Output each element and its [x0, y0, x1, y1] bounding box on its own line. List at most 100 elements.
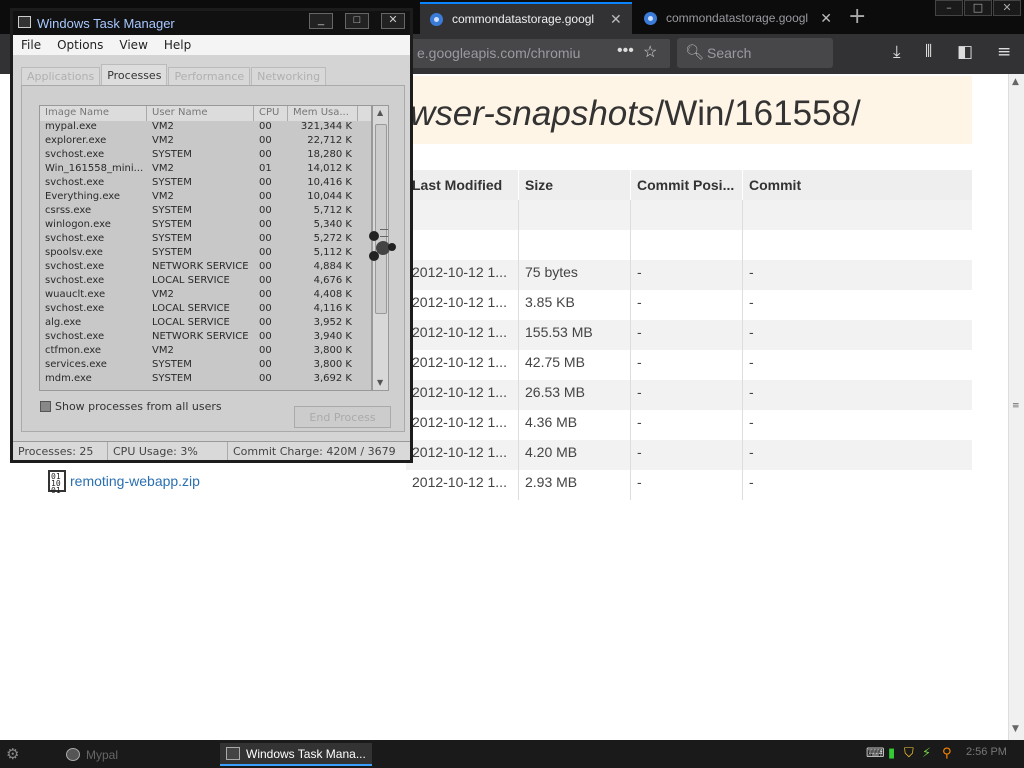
process-row[interactable]: winlogon.exe SYSTEM 00 5,340 K — [40, 219, 371, 233]
browser-tab-inactive[interactable]: commondatastorage.googl ✕ — [634, 2, 842, 34]
process-row[interactable]: Everything.exe VM2 00 10,044 K — [40, 191, 371, 205]
minimize-button[interactable]: _ — [309, 13, 333, 29]
maximize-button[interactable]: □ — [345, 13, 369, 29]
checkbox-icon[interactable] — [40, 401, 51, 412]
scroll-down-icon[interactable]: ▼ — [1012, 724, 1019, 734]
taskbar-item-task-manager[interactable]: Windows Task Mana... — [220, 743, 372, 766]
process-list[interactable]: Image Name User Name CPU Mem Usa... mypa… — [39, 105, 372, 391]
table-row[interactable]: 2012-10-12 1... 26.53 MB - - — [406, 380, 972, 410]
process-row[interactable]: svchost.exe SYSTEM 00 10,416 K — [40, 177, 371, 191]
process-mem: 10,416 K — [307, 177, 352, 188]
url-bar[interactable]: e.googleapis.com/chromiu ••• ☆ — [405, 39, 670, 68]
page-scrollbar[interactable]: ▲ ≡ ▼ — [1008, 74, 1024, 740]
process-row[interactable]: Win_161558_mini... VM2 01 14,012 K — [40, 163, 371, 177]
process-row[interactable]: mypal.exe VM2 00 321,344 K — [40, 121, 371, 135]
process-row[interactable]: svchost.exe NETWORK SERVICE 00 3,940 K — [40, 331, 371, 345]
page-actions-icon[interactable]: ••• — [617, 42, 634, 60]
search-placeholder: Search — [707, 45, 752, 61]
download-icon[interactable]: ⤓ — [893, 42, 901, 62]
process-row[interactable]: svchost.exe LOCAL SERVICE 00 4,676 K — [40, 275, 371, 289]
taskbar-item-mypal[interactable]: Mypal — [60, 743, 124, 766]
close-window-button[interactable]: ✕ — [993, 0, 1021, 16]
process-user: SYSTEM — [152, 149, 192, 160]
column-cpu[interactable]: CPU — [254, 106, 288, 121]
scroll-thumb[interactable] — [375, 124, 388, 314]
process-row[interactable]: csrss.exe SYSTEM 00 5,712 K — [40, 205, 371, 219]
menu-icon[interactable]: ≡ — [997, 42, 1011, 62]
table-row[interactable]: 2012-10-12 1... 4.36 MB - - — [406, 410, 972, 440]
process-user: SYSTEM — [152, 247, 192, 258]
process-row[interactable]: alg.exe LOCAL SERVICE 00 3,952 K — [40, 317, 371, 331]
table-row[interactable] — [406, 230, 972, 260]
process-row[interactable]: svchost.exe NETWORK SERVICE 00 4,884 K — [40, 261, 371, 275]
process-cpu: 00 — [259, 303, 272, 314]
file-row-remoting[interactable]: 01 10 01 remoting-webapp.zip — [48, 470, 200, 495]
process-row[interactable]: spoolsv.exe SYSTEM 00 5,112 K — [40, 247, 371, 261]
maximize-window-button[interactable]: □ — [964, 0, 992, 16]
scroll-up-icon[interactable]: ▲ — [377, 108, 383, 117]
show-all-users-checkbox[interactable]: Show processes from all users — [40, 400, 222, 413]
process-name: explorer.exe — [45, 135, 107, 146]
process-name: svchost.exe — [45, 303, 105, 314]
close-tab-icon[interactable]: ✕ — [610, 11, 622, 28]
process-row[interactable]: services.exe SYSTEM 00 3,800 K — [40, 359, 371, 373]
table-cell-pos: - — [631, 350, 743, 380]
table-row[interactable]: 2012-10-12 1... 155.53 MB - - — [406, 320, 972, 350]
column-header[interactable]: Commit — [743, 170, 972, 200]
sidebar-icon[interactable]: ◧ — [957, 42, 973, 62]
shield-icon[interactable]: ⛉ — [904, 746, 914, 761]
table-row[interactable]: 2012-10-12 1... 3.85 KB - - — [406, 290, 972, 320]
menu-file[interactable]: File — [13, 35, 49, 55]
close-button[interactable]: ✕ — [381, 13, 405, 29]
minimize-window-button[interactable]: – — [935, 0, 963, 16]
search-input[interactable]: 🔍︎ Search — [677, 38, 833, 68]
table-cell-commit: - — [749, 264, 754, 280]
column-header[interactable]: Commit Posi... — [631, 170, 743, 200]
tab-applications[interactable]: Applications — [21, 67, 101, 85]
process-row[interactable]: explorer.exe VM2 00 22,712 K — [40, 135, 371, 149]
table-cell-modified — [406, 200, 519, 230]
battery-icon[interactable]: ▮ — [888, 746, 895, 761]
table-row[interactable]: 2012-10-12 1... 2.93 MB - - — [406, 470, 972, 500]
library-icon[interactable]: ⫴ — [925, 42, 932, 62]
tab-processes[interactable]: Processes — [101, 64, 168, 85]
table-row[interactable]: 2012-10-12 1... 4.20 MB - - — [406, 440, 972, 470]
table-row[interactable]: 2012-10-12 1... 42.75 MB - - — [406, 350, 972, 380]
process-mem: 22,712 K — [307, 135, 352, 146]
bookmark-star-icon[interactable]: ☆ — [643, 42, 657, 62]
column-header[interactable]: Last Modified — [406, 170, 519, 200]
process-row[interactable]: ctfmon.exe VM2 00 3,800 K — [40, 345, 371, 359]
scroll-up-icon[interactable]: ▲ — [1012, 77, 1019, 87]
menu-help[interactable]: Help — [156, 35, 199, 55]
column-image-name[interactable]: Image Name — [40, 106, 147, 121]
table-row[interactable] — [406, 200, 972, 230]
process-row[interactable]: svchost.exe LOCAL SERVICE 00 4,116 K — [40, 303, 371, 317]
tab-performance[interactable]: Performance — [168, 67, 251, 85]
start-menu-icon[interactable]: ⚙ — [6, 745, 34, 763]
keyboard-icon[interactable]: ⌨ — [866, 746, 885, 761]
process-name: svchost.exe — [45, 233, 105, 244]
close-tab-icon[interactable]: ✕ — [820, 10, 832, 27]
network-icon[interactable]: ⚡ — [922, 746, 931, 761]
process-row[interactable]: svchost.exe SYSTEM 00 5,272 K — [40, 233, 371, 247]
process-cpu: 00 — [259, 177, 272, 188]
search-tray-icon[interactable]: ⚲ — [942, 746, 952, 761]
task-manager-titlebar[interactable]: Windows Task Manager _ □ ✕ — [13, 11, 410, 35]
scroll-down-icon[interactable]: ▼ — [377, 378, 383, 387]
process-row[interactable]: svchost.exe SYSTEM 00 18,280 K — [40, 149, 371, 163]
end-process-button[interactable]: End Process — [294, 406, 391, 428]
menu-options[interactable]: Options — [49, 35, 111, 55]
search-icon: 🔍︎ — [685, 44, 705, 61]
tab-networking[interactable]: Networking — [251, 67, 327, 85]
new-tab-icon[interactable]: + — [848, 4, 866, 29]
table-cell-modified: 2012-10-12 1... — [406, 380, 519, 410]
column-header[interactable]: Size — [519, 170, 631, 200]
table-row[interactable]: 2012-10-12 1... 75 bytes - - — [406, 260, 972, 290]
file-link[interactable]: remoting-webapp.zip — [70, 473, 200, 489]
process-row[interactable]: wuauclt.exe VM2 00 4,408 K — [40, 289, 371, 303]
browser-tab-active[interactable]: commondatastorage.googl ✕ — [420, 2, 632, 34]
process-row[interactable]: mdm.exe SYSTEM 00 3,692 K — [40, 373, 371, 387]
column-mem-usage[interactable]: Mem Usa... — [288, 106, 358, 121]
column-user-name[interactable]: User Name — [147, 106, 254, 121]
menu-view[interactable]: View — [111, 35, 155, 55]
